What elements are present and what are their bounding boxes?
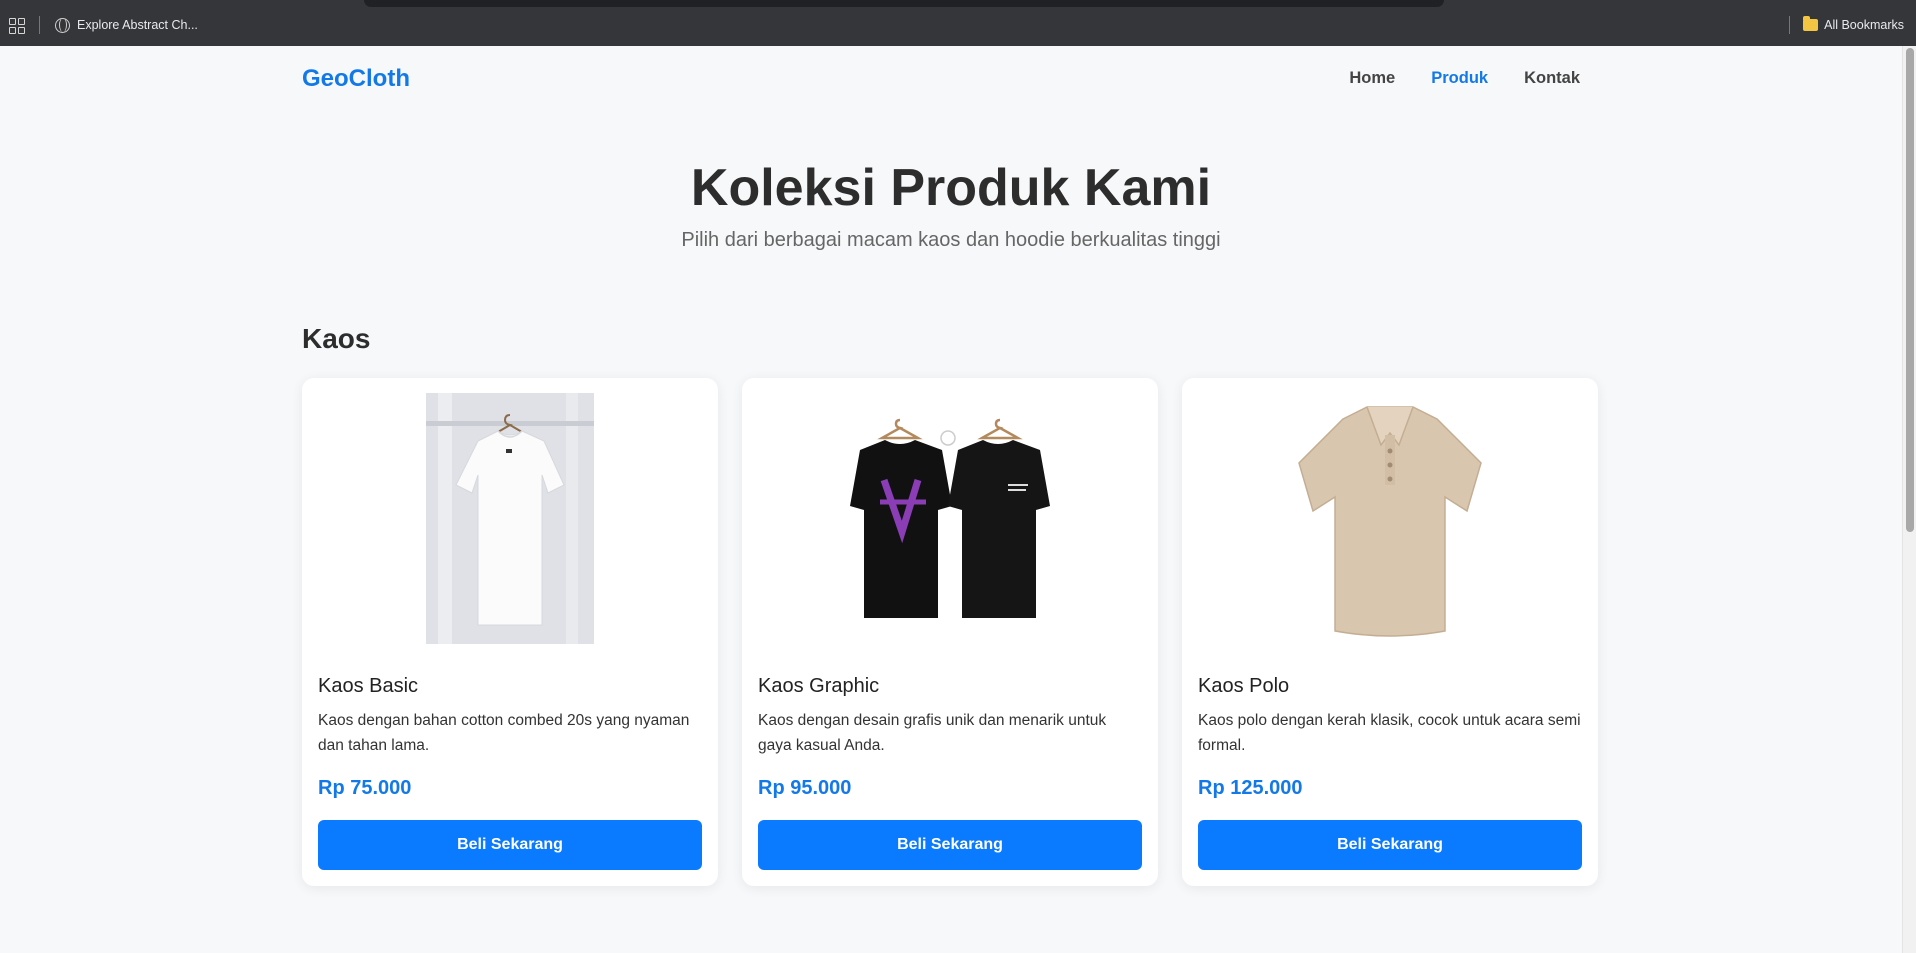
white-tshirt-image: [426, 393, 594, 644]
bookmark-label: Explore Abstract Ch...: [77, 18, 198, 32]
product-description: Kaos polo dengan kerah klasik, cocok unt…: [1198, 712, 1581, 754]
nav-produk[interactable]: Produk: [1431, 69, 1488, 88]
browser-bookmarks-bar: Explore Abstract Ch... All Bookmarks: [0, 0, 1916, 46]
section-title-kaos: Kaos: [302, 323, 371, 354]
page-subtitle: Pilih dari berbagai macam kaos dan hoodi…: [681, 229, 1221, 251]
page-scrollbar[interactable]: [1902, 46, 1916, 953]
buy-now-button[interactable]: Beli Sekarang: [1198, 820, 1582, 870]
site-logo[interactable]: GeoCloth: [302, 65, 410, 93]
nav-kontak[interactable]: Kontak: [1524, 69, 1580, 88]
all-bookmarks-label: All Bookmarks: [1824, 18, 1904, 32]
product-price: Rp 75.000: [318, 777, 412, 799]
product-price: Rp 95.000: [758, 777, 852, 799]
buy-now-button[interactable]: Beli Sekarang: [758, 820, 1142, 870]
buy-now-button[interactable]: Beli Sekarang: [318, 820, 702, 870]
bookmark-separator: [1789, 16, 1790, 34]
site-header: GeoCloth Home Produk Kontak: [0, 46, 1902, 111]
bookmark-item[interactable]: Explore Abstract Ch...: [55, 14, 198, 36]
main-nav: Home Produk Kontak: [1349, 69, 1580, 88]
all-bookmarks-button[interactable]: All Bookmarks: [1803, 14, 1904, 36]
product-image: [758, 393, 1142, 644]
bookmark-separator: [39, 16, 40, 34]
product-name: Kaos Polo: [1198, 675, 1290, 697]
product-card-kaos-basic: Kaos Basic Kaos dengan bahan cotton comb…: [302, 378, 718, 886]
folder-icon: [1803, 16, 1819, 31]
scrollbar-thumb[interactable]: [1906, 48, 1914, 532]
product-image: [1198, 393, 1582, 644]
product-price: Rp 125.000: [1198, 777, 1303, 799]
beige-polo-shirt-image: [1285, 393, 1495, 644]
address-bar-edge: [364, 0, 1444, 7]
product-description: Kaos dengan desain grafis unik dan menar…: [758, 712, 1107, 754]
apps-grid-icon[interactable]: [9, 18, 25, 34]
product-image: [318, 393, 702, 644]
product-name: Kaos Graphic: [758, 675, 880, 697]
product-description: Kaos dengan bahan cotton combed 20s yang…: [318, 712, 690, 754]
globe-icon: [55, 17, 70, 33]
page-title: Koleksi Produk Kami: [690, 159, 1212, 217]
product-card-kaos-graphic: Kaos Graphic Kaos dengan desain grafis u…: [742, 378, 1158, 886]
product-name: Kaos Basic: [318, 675, 419, 697]
nav-home[interactable]: Home: [1349, 69, 1395, 88]
black-graphic-tshirts-image: [830, 403, 1070, 634]
product-card-kaos-polo: Kaos Polo Kaos polo dengan kerah klasik,…: [1182, 378, 1598, 886]
